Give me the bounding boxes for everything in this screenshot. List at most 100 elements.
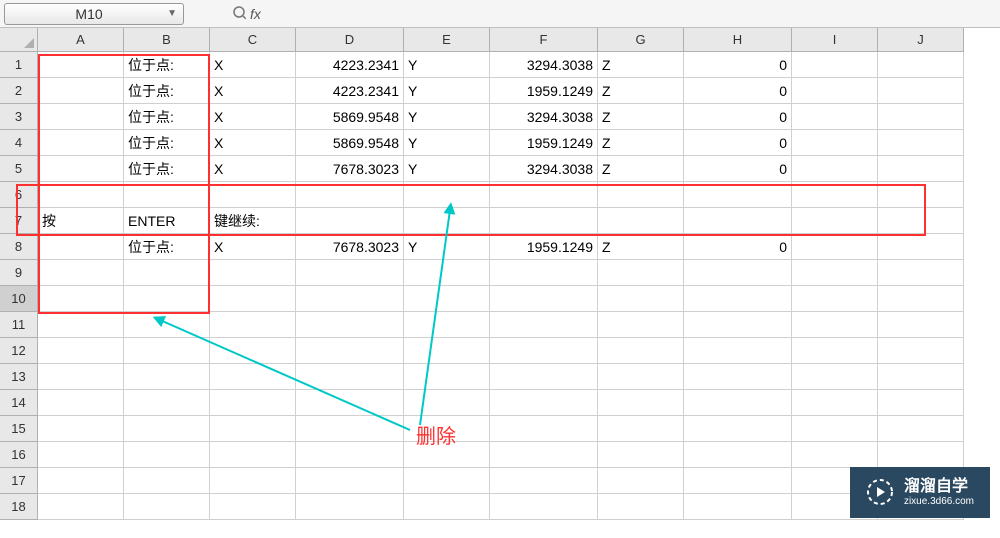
cell-B11[interactable] <box>124 312 210 338</box>
row-header-4[interactable]: 4 <box>0 130 38 156</box>
cell-A17[interactable] <box>38 468 124 494</box>
cell-J9[interactable] <box>878 260 964 286</box>
cell-F3[interactable]: 3294.3038 <box>490 104 598 130</box>
col-header-E[interactable]: E <box>404 28 490 52</box>
cell-F13[interactable] <box>490 364 598 390</box>
row-header-17[interactable]: 17 <box>0 468 38 494</box>
cell-B4[interactable]: 位于点: <box>124 130 210 156</box>
row-header-5[interactable]: 5 <box>0 156 38 182</box>
cell-G9[interactable] <box>598 260 684 286</box>
cell-G2[interactable]: Z <box>598 78 684 104</box>
cell-A16[interactable] <box>38 442 124 468</box>
cell-B18[interactable] <box>124 494 210 520</box>
cell-A10[interactable] <box>38 286 124 312</box>
cell-J7[interactable] <box>878 208 964 234</box>
cell-I2[interactable] <box>792 78 878 104</box>
cell-G13[interactable] <box>598 364 684 390</box>
cell-D7[interactable] <box>296 208 404 234</box>
cell-E18[interactable] <box>404 494 490 520</box>
cell-E13[interactable] <box>404 364 490 390</box>
cell-D11[interactable] <box>296 312 404 338</box>
cell-D14[interactable] <box>296 390 404 416</box>
cell-F18[interactable] <box>490 494 598 520</box>
cell-C12[interactable] <box>210 338 296 364</box>
cell-H9[interactable] <box>684 260 792 286</box>
cell-J11[interactable] <box>878 312 964 338</box>
cell-E7[interactable] <box>404 208 490 234</box>
cell-A11[interactable] <box>38 312 124 338</box>
cell-C2[interactable]: X <box>210 78 296 104</box>
cell-C17[interactable] <box>210 468 296 494</box>
cell-F6[interactable] <box>490 182 598 208</box>
cell-G18[interactable] <box>598 494 684 520</box>
cell-A18[interactable] <box>38 494 124 520</box>
cell-B2[interactable]: 位于点: <box>124 78 210 104</box>
col-header-H[interactable]: H <box>684 28 792 52</box>
row-header-14[interactable]: 14 <box>0 390 38 416</box>
cell-J2[interactable] <box>878 78 964 104</box>
row-header-1[interactable]: 1 <box>0 52 38 78</box>
cell-D9[interactable] <box>296 260 404 286</box>
row-header-10[interactable]: 10 <box>0 286 38 312</box>
cell-D13[interactable] <box>296 364 404 390</box>
cell-H15[interactable] <box>684 416 792 442</box>
cell-A1[interactable] <box>38 52 124 78</box>
cell-F10[interactable] <box>490 286 598 312</box>
cell-D2[interactable]: 4223.2341 <box>296 78 404 104</box>
cell-F16[interactable] <box>490 442 598 468</box>
cell-H10[interactable] <box>684 286 792 312</box>
cell-A9[interactable] <box>38 260 124 286</box>
cell-G11[interactable] <box>598 312 684 338</box>
cell-J10[interactable] <box>878 286 964 312</box>
cell-D17[interactable] <box>296 468 404 494</box>
cell-I10[interactable] <box>792 286 878 312</box>
cell-J1[interactable] <box>878 52 964 78</box>
cell-B17[interactable] <box>124 468 210 494</box>
col-header-J[interactable]: J <box>878 28 964 52</box>
cell-G10[interactable] <box>598 286 684 312</box>
cells-grid[interactable]: 位于点:X4223.2341Y3294.3038Z0位于点:X4223.2341… <box>38 52 964 520</box>
cell-J13[interactable] <box>878 364 964 390</box>
cell-H17[interactable] <box>684 468 792 494</box>
cell-D4[interactable]: 5869.9548 <box>296 130 404 156</box>
cell-H12[interactable] <box>684 338 792 364</box>
cell-C9[interactable] <box>210 260 296 286</box>
cell-A14[interactable] <box>38 390 124 416</box>
cell-F1[interactable]: 3294.3038 <box>490 52 598 78</box>
cell-J5[interactable] <box>878 156 964 182</box>
cell-J8[interactable] <box>878 234 964 260</box>
cell-I5[interactable] <box>792 156 878 182</box>
cell-F14[interactable] <box>490 390 598 416</box>
cell-E12[interactable] <box>404 338 490 364</box>
cell-H8[interactable]: 0 <box>684 234 792 260</box>
cell-B16[interactable] <box>124 442 210 468</box>
row-header-3[interactable]: 3 <box>0 104 38 130</box>
cell-B8[interactable]: 位于点: <box>124 234 210 260</box>
cell-G8[interactable]: Z <box>598 234 684 260</box>
cell-G16[interactable] <box>598 442 684 468</box>
cell-C11[interactable] <box>210 312 296 338</box>
cell-G1[interactable]: Z <box>598 52 684 78</box>
row-header-15[interactable]: 15 <box>0 416 38 442</box>
cell-H5[interactable]: 0 <box>684 156 792 182</box>
fx-label[interactable]: fx <box>250 6 261 22</box>
cell-I16[interactable] <box>792 442 878 468</box>
row-header-6[interactable]: 6 <box>0 182 38 208</box>
cell-J14[interactable] <box>878 390 964 416</box>
cell-C18[interactable] <box>210 494 296 520</box>
cell-I15[interactable] <box>792 416 878 442</box>
cell-D10[interactable] <box>296 286 404 312</box>
cell-F4[interactable]: 1959.1249 <box>490 130 598 156</box>
cell-E10[interactable] <box>404 286 490 312</box>
col-header-C[interactable]: C <box>210 28 296 52</box>
cell-I3[interactable] <box>792 104 878 130</box>
cell-F12[interactable] <box>490 338 598 364</box>
cell-C5[interactable]: X <box>210 156 296 182</box>
cell-D12[interactable] <box>296 338 404 364</box>
col-header-A[interactable]: A <box>38 28 124 52</box>
row-header-7[interactable]: 7 <box>0 208 38 234</box>
cell-B5[interactable]: 位于点: <box>124 156 210 182</box>
cell-C3[interactable]: X <box>210 104 296 130</box>
cell-H11[interactable] <box>684 312 792 338</box>
cell-I8[interactable] <box>792 234 878 260</box>
